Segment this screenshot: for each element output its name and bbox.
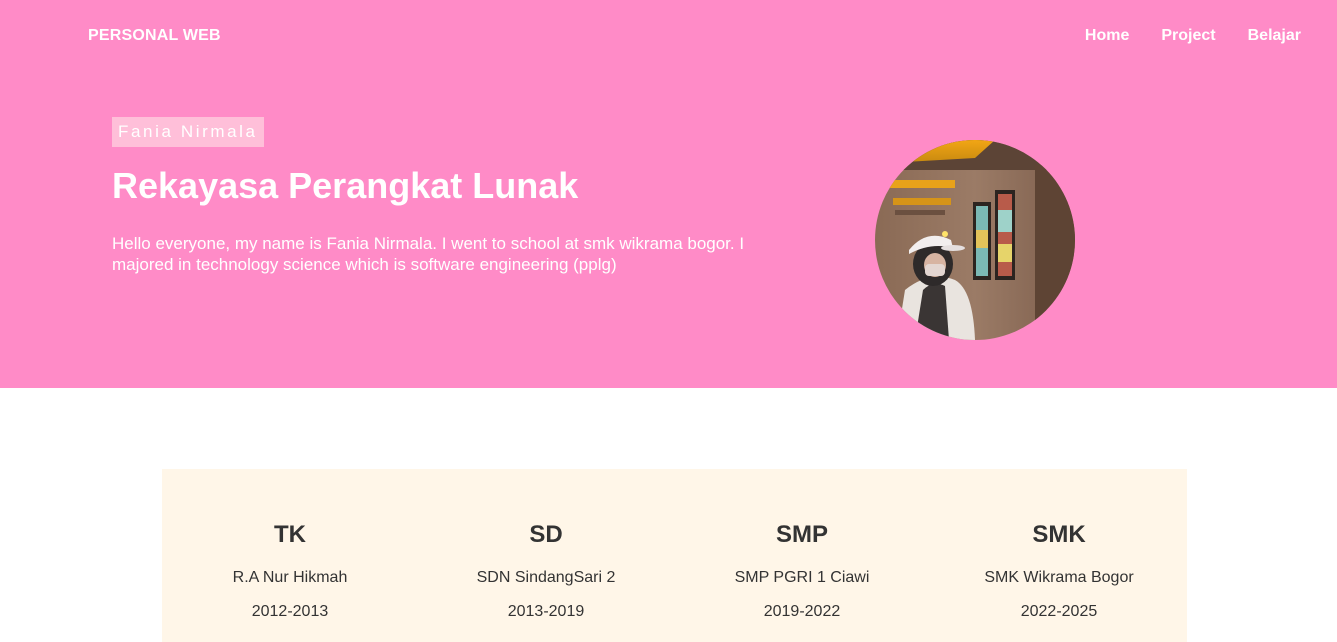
nav-link-belajar[interactable]: Belajar (1248, 27, 1301, 45)
education-years: 2019-2022 (763, 603, 841, 620)
top-nav: Home Project Belajar (1085, 27, 1301, 45)
hero-section: PERSONAL WEB Home Project Belajar Fania … (0, 0, 1337, 388)
education-years: 2013-2019 (507, 603, 585, 620)
education-level: SMK (1032, 521, 1086, 548)
education-years: 2022-2025 (1020, 603, 1098, 620)
name-tag: Fania Nirmala (112, 117, 264, 147)
education-level: SD (529, 521, 563, 548)
education-level: SMP (775, 521, 828, 548)
nav-link-home[interactable]: Home (1085, 27, 1129, 45)
hero-intro-text: Hello everyone, my name is Fania Nirmala… (112, 234, 745, 274)
hero-headline: Rekayasa Perangkat Lunak (112, 165, 579, 206)
nav-link-project[interactable]: Project (1161, 27, 1215, 45)
profile-photo (875, 140, 1075, 340)
education-school: R.A Nur Hikmah (232, 569, 348, 586)
education-panel: TK R.A Nur Hikmah 2012-2013 SD SDN Sinda… (162, 469, 1187, 642)
education-school: SDN SindangSari 2 (476, 569, 616, 586)
education-school: SMP PGRI 1 Ciawi (734, 569, 870, 586)
profile-photo-image (875, 140, 1075, 340)
education-years: 2012-2013 (251, 603, 329, 620)
brand-logo-link[interactable]: PERSONAL WEB (88, 27, 221, 45)
education-level: TK (274, 521, 306, 548)
education-school: SMK Wikrama Bogor (984, 569, 1134, 586)
